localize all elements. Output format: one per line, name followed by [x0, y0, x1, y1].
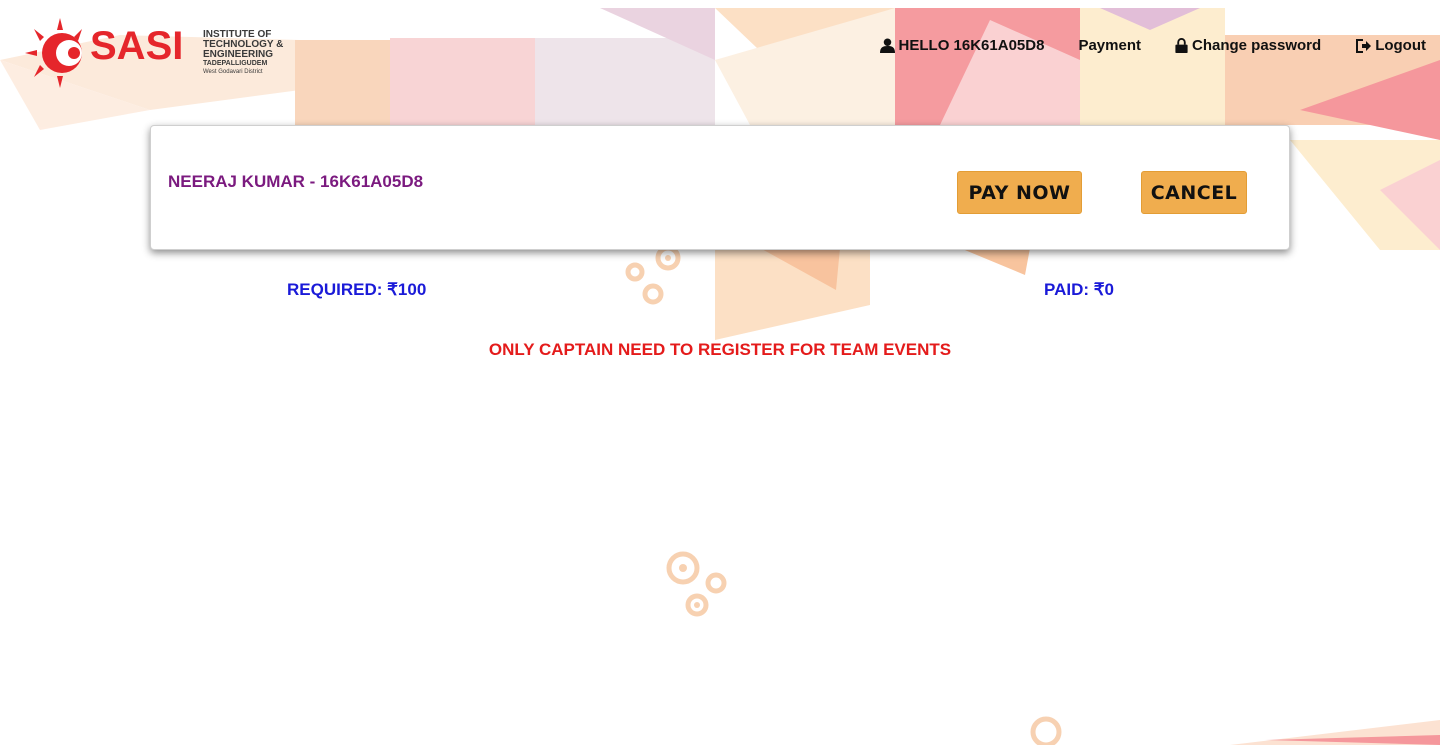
top-nav: HELLO 16K61A05D8 Payment Change password…	[879, 37, 1426, 54]
logout-icon	[1356, 38, 1372, 53]
nav-payment[interactable]: Payment	[1078, 37, 1141, 54]
paid-amount: PAID: ₹0	[1044, 280, 1115, 299]
nav-payment-label: Payment	[1078, 37, 1141, 54]
sun-logo-icon	[25, 18, 82, 88]
team-events-notice: ONLY CAPTAIN NEED TO REGISTER FOR TEAM E…	[488, 340, 952, 359]
logo-line-5: West Godavari District	[203, 69, 263, 75]
nav-change-password[interactable]: Change password	[1175, 37, 1321, 54]
nav-hello-label: HELLO 16K61A05D8	[898, 37, 1045, 54]
cancel-button[interactable]: CANCEL	[1141, 171, 1247, 214]
background-art	[0, 8, 1440, 745]
page: SASI INSTITUTE OF TECHNOLOGY & ENGINEERI…	[0, 0, 1440, 745]
payment-card: NEERAJ KUMAR - 16K61A05D8 PAY NOW CANCEL	[150, 125, 1290, 250]
institute-logo[interactable]: SASI INSTITUTE OF TECHNOLOGY & ENGINEERI…	[22, 18, 292, 88]
logo-subtitle: INSTITUTE OF TECHNOLOGY & ENGINEERING TA…	[203, 30, 298, 76]
student-name: NEERAJ KUMAR - 16K61A05D8	[168, 172, 424, 191]
nav-change-password-label: Change password	[1191, 37, 1322, 54]
nav-hello-user[interactable]: HELLO 16K61A05D8	[879, 37, 1045, 54]
logo-line-4: TADEPALLIGUDEM	[203, 60, 268, 67]
logo-brand: SASI	[90, 24, 184, 68]
user-icon	[879, 38, 895, 53]
logo-line-3: ENGINEERING	[203, 49, 274, 60]
nav-logout-label: Logout	[1375, 37, 1426, 54]
required-amount: REQUIRED: ₹100	[287, 280, 427, 299]
nav-logout[interactable]: Logout	[1355, 37, 1426, 54]
lock-icon	[1175, 38, 1188, 53]
pay-now-button[interactable]: PAY NOW	[957, 171, 1082, 214]
